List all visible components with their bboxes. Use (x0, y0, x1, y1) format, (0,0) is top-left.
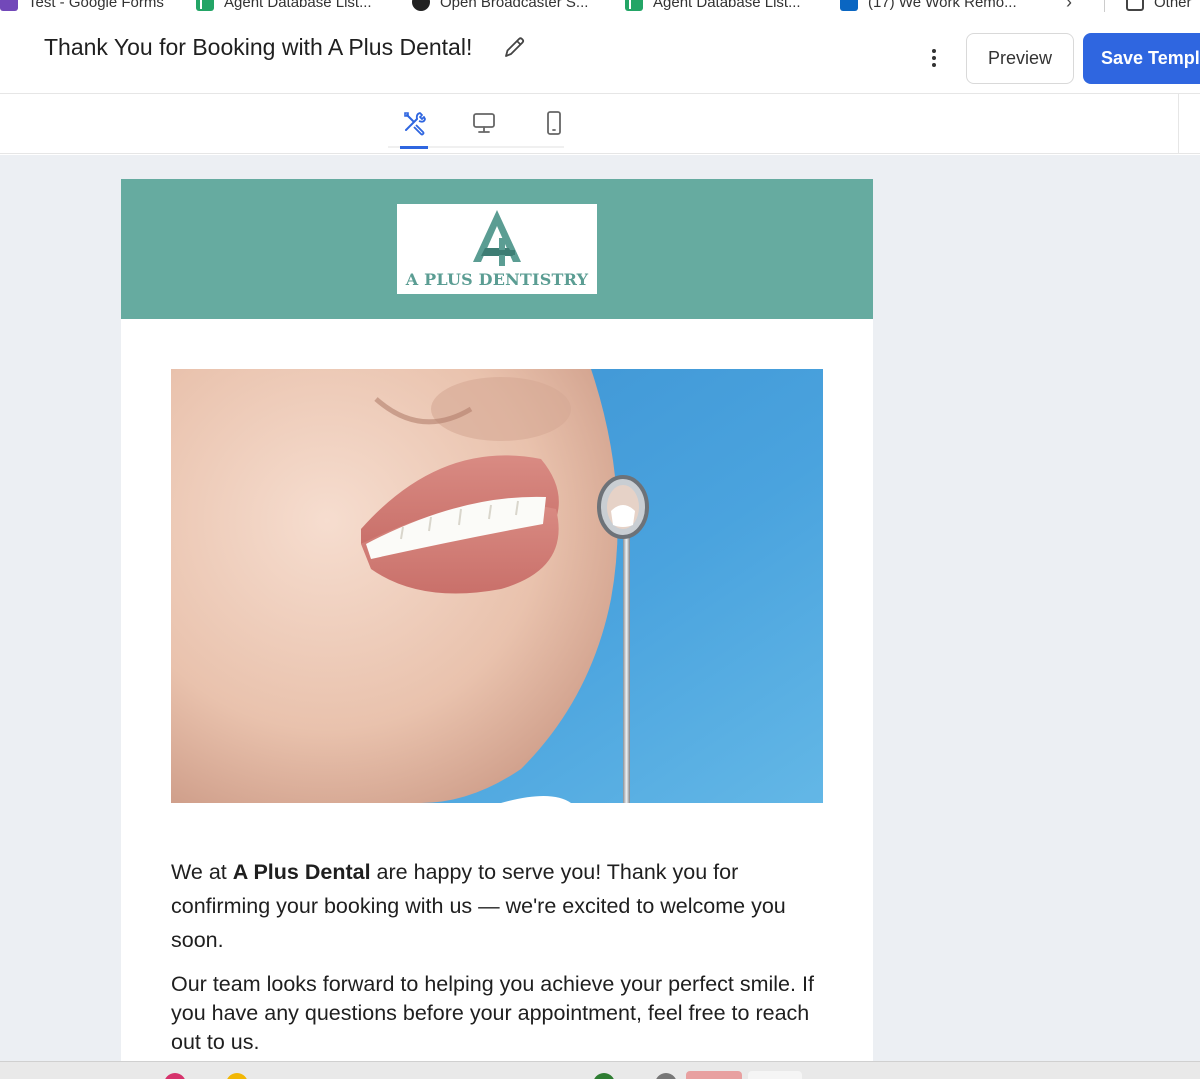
bookmark-other-folder[interactable]: Other (1126, 0, 1192, 14)
folder-icon (1126, 0, 1144, 11)
taskbar (0, 1061, 1200, 1079)
tab-desktop-view[interactable] (469, 108, 499, 138)
logo-image[interactable]: A PLUS DENTISTRY (397, 204, 597, 294)
preview-button[interactable]: Preview (966, 33, 1074, 84)
obs-icon (412, 0, 430, 11)
bookmarks-bar: Test - Google Forms Agent Database List.… (0, 0, 1200, 22)
google-forms-icon (0, 0, 18, 11)
bookmark-label: Agent Database List... (224, 0, 372, 11)
google-sheets-icon (625, 0, 643, 11)
closing-paragraph: Our team looks forward to helping you ac… (171, 972, 814, 1054)
a-plus-logo-icon (473, 210, 521, 266)
intro-paragraph: We at A Plus Dental are happy to serve y… (171, 855, 831, 957)
bookmark-label: Test - Google Forms (28, 0, 164, 11)
google-sheets-icon (196, 0, 214, 11)
save-template-button[interactable]: Save Templ (1083, 33, 1200, 84)
email-header-banner[interactable]: A PLUS DENTISTRY (121, 179, 873, 319)
more-options-icon[interactable] (924, 46, 944, 70)
bookmark-we-work-remotely[interactable]: (17) We Work Remo... (840, 0, 1017, 14)
logo-text: A PLUS DENTISTRY (405, 270, 589, 289)
bookmark-label: Open Broadcaster S... (440, 0, 589, 11)
chevron-right-icon[interactable]: › (1066, 0, 1072, 13)
taskbar-active-app[interactable] (686, 1071, 742, 1079)
bookmark-label: (17) We Work Remo... (868, 0, 1017, 11)
linkedin-icon (840, 0, 858, 11)
taskbar-app[interactable] (748, 1071, 802, 1079)
taskbar-app-icon[interactable] (593, 1073, 615, 1079)
taskbar-app-icon[interactable] (164, 1073, 186, 1079)
email-template[interactable]: A PLUS DENTISTRY We at A Plus Dental are… (121, 179, 873, 1061)
desktop-monitor-icon (473, 113, 495, 133)
bookmark-label: Other (1154, 0, 1192, 11)
bookmark-agent-database-2[interactable]: Agent Database List... (625, 0, 801, 14)
mobile-phone-icon (547, 111, 561, 135)
email-body-text[interactable]: We at A Plus Dental are happy to serve y… (171, 855, 831, 1057)
tab-design-tools[interactable] (400, 108, 430, 149)
brand-name-bold: A Plus Dental (232, 860, 371, 884)
hero-image[interactable] (171, 369, 823, 803)
taskbar-app-icon[interactable] (655, 1073, 677, 1079)
toolbar-divider (1178, 94, 1179, 154)
app-header: Thank You for Booking with A Plus Dental… (0, 22, 1200, 94)
bookmarks-divider (1104, 0, 1105, 12)
editor-canvas: A PLUS DENTISTRY We at A Plus Dental are… (0, 155, 1200, 1061)
bookmark-label: Agent Database List... (653, 0, 801, 11)
bookmark-agent-database[interactable]: Agent Database List... (196, 0, 372, 14)
page-title: Thank You for Booking with A Plus Dental… (44, 34, 473, 60)
tab-mobile-view[interactable] (539, 108, 569, 138)
pencil-edit-icon[interactable] (502, 34, 526, 60)
bookmark-google-forms[interactable]: Test - Google Forms (0, 0, 164, 14)
view-mode-tabs (388, 94, 564, 149)
bookmark-obs[interactable]: Open Broadcaster S... (412, 0, 588, 14)
intro-text-start: We at (171, 860, 233, 884)
taskbar-app-icon[interactable] (226, 1073, 248, 1079)
tools-icon (404, 112, 426, 136)
smiling-woman-dental-mirror-photo (171, 369, 823, 803)
editor-toolbar (0, 94, 1200, 154)
